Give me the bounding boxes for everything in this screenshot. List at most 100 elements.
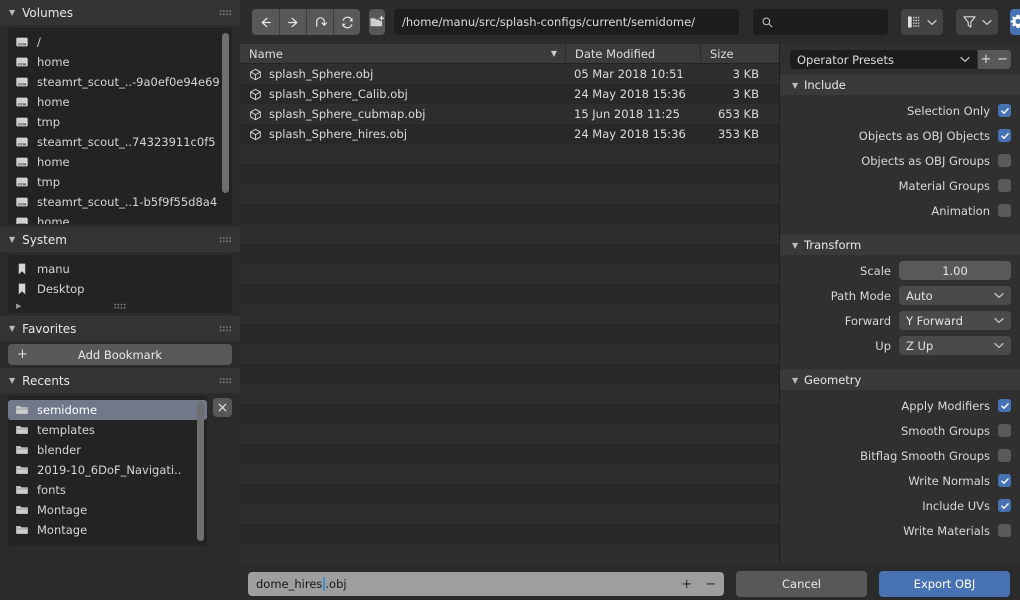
new-folder-button[interactable] [369, 9, 385, 35]
scale-field[interactable]: 1.00 [899, 261, 1011, 280]
list-item[interactable]: tmp [8, 112, 232, 132]
include-option-2-label: Objects as OBJ Groups [861, 153, 990, 168]
forward-dropdown[interactable]: Y Forward [899, 311, 1011, 330]
table-row[interactable] [240, 224, 779, 244]
geometry-option-1-checkbox[interactable] [998, 424, 1011, 437]
add-preset-button[interactable]: + [977, 50, 994, 69]
clear-recents-button[interactable] [213, 398, 232, 417]
filename-input[interactable]: dome_hires .obj + − [248, 572, 724, 596]
chevron-down-icon [927, 19, 937, 26]
up-dropdown[interactable]: Z Up [899, 336, 1011, 355]
list-item[interactable]: semidome [8, 400, 207, 420]
table-row[interactable] [240, 324, 779, 344]
recents-scrollbar[interactable] [197, 401, 204, 541]
settings-toggle-button[interactable] [1010, 9, 1020, 35]
geometry-option-5-checkbox[interactable] [998, 524, 1011, 537]
list-item[interactable]: home [8, 212, 232, 224]
list-item[interactable]: manu [8, 259, 232, 279]
include-option-3-checkbox[interactable] [998, 179, 1011, 192]
table-row[interactable]: splash_Sphere_Calib.obj 24 May 2018 15:36… [240, 84, 779, 104]
table-row[interactable] [240, 404, 779, 424]
geometry-section-header[interactable]: ▼ Geometry [780, 369, 1020, 390]
forward-button[interactable] [279, 9, 306, 35]
back-button[interactable] [252, 9, 279, 35]
list-item[interactable]: steamrt_scout_..-9a0ef0e94e69 [8, 72, 232, 92]
table-row[interactable] [240, 304, 779, 324]
column-header-name[interactable]: Name ▼ [240, 44, 565, 63]
column-header-size[interactable]: Size [700, 44, 779, 63]
path-input[interactable]: /home/manu/src/splash-configs/current/se… [394, 9, 739, 35]
table-row[interactable]: splash_Sphere.obj 05 Mar 2018 10:51 3 KB [240, 64, 779, 84]
table-row[interactable] [240, 484, 779, 504]
list-item[interactable]: 2019-10_6DoF_Navigati.. [8, 460, 207, 480]
parent-directory-button[interactable] [306, 9, 333, 35]
filename-increment-button[interactable]: + [681, 577, 692, 592]
geometry-option-2-checkbox[interactable] [998, 449, 1011, 462]
path-mode-dropdown[interactable]: Auto [899, 286, 1011, 305]
filter-dropdown[interactable] [956, 9, 998, 35]
list-item[interactable]: home [8, 152, 232, 172]
list-item[interactable]: tmp [8, 172, 232, 192]
column-header-date[interactable]: Date Modified [565, 44, 700, 63]
sort-descending-icon[interactable]: ▼ [551, 49, 557, 58]
file-name-cell: splash_Sphere_cubmap.obj [240, 107, 565, 121]
table-row[interactable] [240, 444, 779, 464]
volumes-panel-header[interactable]: ▼ Volumes [0, 0, 240, 25]
recents-panel-header[interactable]: ▼ Recents [0, 368, 240, 393]
list-item[interactable]: steamrt_scout_..1-b5f9f55d8a4 [8, 192, 232, 212]
volumes-scrollbar[interactable] [222, 33, 229, 193]
operator-presets-dropdown[interactable]: Operator Presets [790, 50, 977, 69]
geometry-option-0-checkbox[interactable] [998, 399, 1011, 412]
table-row[interactable] [240, 264, 779, 284]
cancel-button[interactable]: Cancel [736, 571, 867, 597]
list-item[interactable]: / [8, 32, 232, 52]
remove-preset-button[interactable]: − [994, 50, 1011, 69]
export-obj-button[interactable]: Export OBJ [879, 571, 1010, 597]
table-row[interactable] [240, 284, 779, 304]
include-section-header[interactable]: ▼ Include [780, 74, 1020, 95]
list-item[interactable]: Montage [8, 500, 207, 520]
resize-grip[interactable] [113, 302, 127, 310]
list-item[interactable]: home [8, 52, 232, 72]
table-row[interactable] [240, 424, 779, 444]
include-option-1-checkbox[interactable] [998, 129, 1011, 142]
geometry-option-4-checkbox[interactable] [998, 499, 1011, 512]
table-row[interactable]: splash_Sphere_cubmap.obj 15 Jun 2018 11:2… [240, 104, 779, 124]
table-row[interactable] [240, 544, 779, 564]
table-row[interactable] [240, 364, 779, 384]
list-item-label: 2019-10_6DoF_Navigati.. [37, 463, 182, 477]
include-option-4-checkbox[interactable] [998, 204, 1011, 217]
display-mode-dropdown[interactable] [901, 9, 943, 35]
search-input[interactable] [753, 9, 888, 35]
search-field[interactable] [780, 15, 880, 29]
table-row[interactable] [240, 244, 779, 264]
include-option-2-checkbox[interactable] [998, 154, 1011, 167]
filename-decrement-button[interactable]: − [705, 577, 716, 592]
list-item[interactable]: home [8, 92, 232, 112]
table-row[interactable] [240, 504, 779, 524]
list-item[interactable]: fonts [8, 480, 207, 500]
list-item[interactable]: Montage [8, 520, 207, 540]
system-list-footer[interactable]: ▶ [8, 299, 232, 313]
favorites-panel-header[interactable]: ▼ Favorites [0, 316, 240, 341]
transform-section-header[interactable]: ▼ Transform [780, 234, 1020, 255]
table-row[interactable]: splash_Sphere_hires.obj 24 May 2018 15:36… [240, 124, 779, 144]
table-row[interactable] [240, 464, 779, 484]
add-bookmark-button[interactable]: + Add Bookmark [8, 344, 232, 365]
table-row[interactable] [240, 204, 779, 224]
refresh-button[interactable] [333, 9, 360, 35]
list-item[interactable]: steamrt_scout_..74323911c0f5 [8, 132, 232, 152]
table-row[interactable] [240, 524, 779, 544]
list-item[interactable]: templates [8, 420, 207, 440]
system-panel-header[interactable]: ▼ System [0, 227, 240, 252]
table-row[interactable] [240, 344, 779, 364]
table-row[interactable] [240, 164, 779, 184]
geometry-option-3-checkbox[interactable] [998, 474, 1011, 487]
include-option-0-checkbox[interactable] [998, 104, 1011, 117]
table-row[interactable] [240, 184, 779, 204]
table-row[interactable] [240, 384, 779, 404]
system-title: System [22, 232, 67, 247]
table-row[interactable] [240, 144, 779, 164]
list-item[interactable]: Desktop [8, 279, 232, 299]
list-item[interactable]: blender [8, 440, 207, 460]
